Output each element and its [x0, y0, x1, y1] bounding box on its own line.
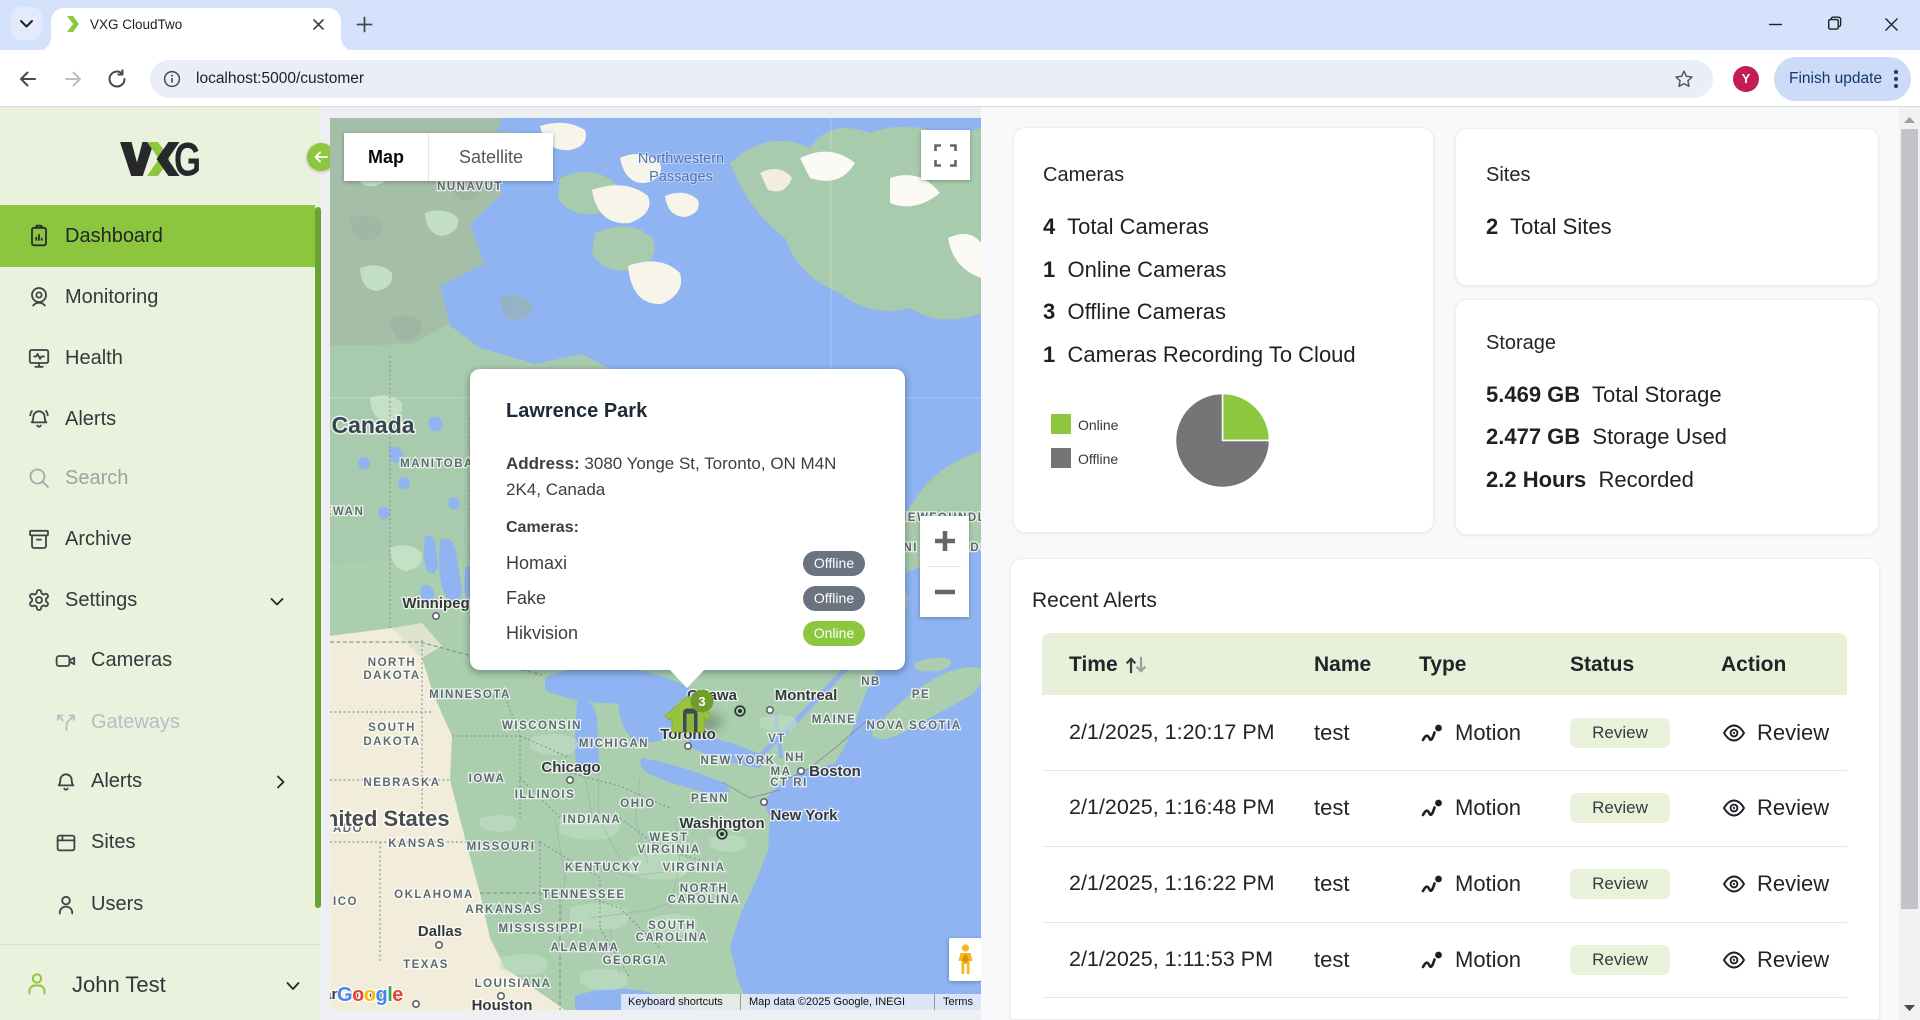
svg-text:NUNAVUT: NUNAVUT: [437, 181, 503, 193]
svg-text:NOVA SCOTIA: NOVA SCOTIA: [866, 720, 961, 732]
svg-text:CT RI: CT RI: [770, 777, 808, 789]
svg-text:MINNESOTA: MINNESOTA: [429, 689, 511, 701]
svg-text:DAKOTA: DAKOTA: [363, 736, 420, 748]
svg-text:Boston: Boston: [809, 763, 861, 780]
svg-text:Canada: Canada: [331, 412, 414, 438]
svg-text:Chicago: Chicago: [541, 759, 600, 776]
svg-text:MISSISSIPPI: MISSISSIPPI: [499, 923, 584, 935]
svg-text:MAINE: MAINE: [812, 714, 857, 726]
svg-text:3: 3: [698, 694, 705, 709]
svg-text:PE: PE: [912, 689, 930, 701]
svg-text:OHIO: OHIO: [620, 798, 655, 810]
svg-text:Passages: Passages: [649, 169, 713, 185]
svg-text:WEST: WEST: [649, 832, 688, 844]
svg-text:VT: VT: [768, 733, 786, 745]
svg-text:IOWA: IOWA: [469, 773, 506, 785]
svg-text:Google: Google: [337, 984, 403, 1006]
svg-text:TENNESSEE: TENNESSEE: [542, 889, 625, 901]
svg-text:CAROLINA: CAROLINA: [636, 932, 709, 944]
svg-text:NB: NB: [861, 676, 881, 688]
svg-text:KENTUCKY: KENTUCKY: [565, 862, 641, 874]
svg-text:PENN: PENN: [691, 793, 729, 805]
svg-text:VIRGINIA: VIRGINIA: [637, 844, 700, 856]
svg-text:EWAN: EWAN: [330, 506, 364, 518]
svg-text:WISCONSIN: WISCONSIN: [502, 720, 582, 732]
svg-text:CAROLINA: CAROLINA: [668, 894, 741, 906]
svg-text:VIRGINIA: VIRGINIA: [662, 862, 725, 874]
svg-text:G: G: [174, 142, 201, 176]
svg-text:INDIANA: INDIANA: [563, 814, 621, 826]
svg-text:NORTH: NORTH: [368, 657, 416, 669]
svg-text:OKLAHOMA: OKLAHOMA: [394, 889, 474, 901]
svg-text:United States: United States: [330, 806, 450, 831]
svg-text:DAKOTA: DAKOTA: [363, 670, 420, 682]
svg-text:Northwestern: Northwestern: [638, 151, 724, 167]
svg-text:Montreal: Montreal: [775, 687, 838, 704]
svg-text:LOUISIANA: LOUISIANA: [475, 978, 552, 990]
svg-text:New York: New York: [771, 807, 839, 824]
svg-text:SOUTH: SOUTH: [648, 920, 696, 932]
svg-text:ICO: ICO: [333, 896, 358, 908]
svg-text:ILLINOIS: ILLINOIS: [515, 789, 576, 801]
svg-text:NEW YORK: NEW YORK: [700, 755, 775, 767]
svg-text:MICHIGAN: MICHIGAN: [579, 738, 649, 750]
svg-text:NH: NH: [785, 752, 805, 764]
svg-text:SOUTH: SOUTH: [368, 722, 416, 734]
svg-text:MANITOBA: MANITOBA: [400, 458, 474, 470]
svg-text:TEXAS: TEXAS: [403, 959, 449, 971]
svg-text:Winnipeg: Winnipeg: [402, 595, 469, 612]
svg-text:MISSOURI: MISSOURI: [467, 841, 536, 853]
svg-text:ALABAMA: ALABAMA: [551, 942, 620, 954]
svg-text:Dallas: Dallas: [418, 923, 462, 940]
svg-text:NEBRASKA: NEBRASKA: [363, 777, 440, 789]
svg-text:ARKANSAS: ARKANSAS: [465, 904, 542, 916]
svg-text:KANSAS: KANSAS: [388, 838, 446, 850]
svg-text:GEORGIA: GEORGIA: [603, 955, 668, 967]
